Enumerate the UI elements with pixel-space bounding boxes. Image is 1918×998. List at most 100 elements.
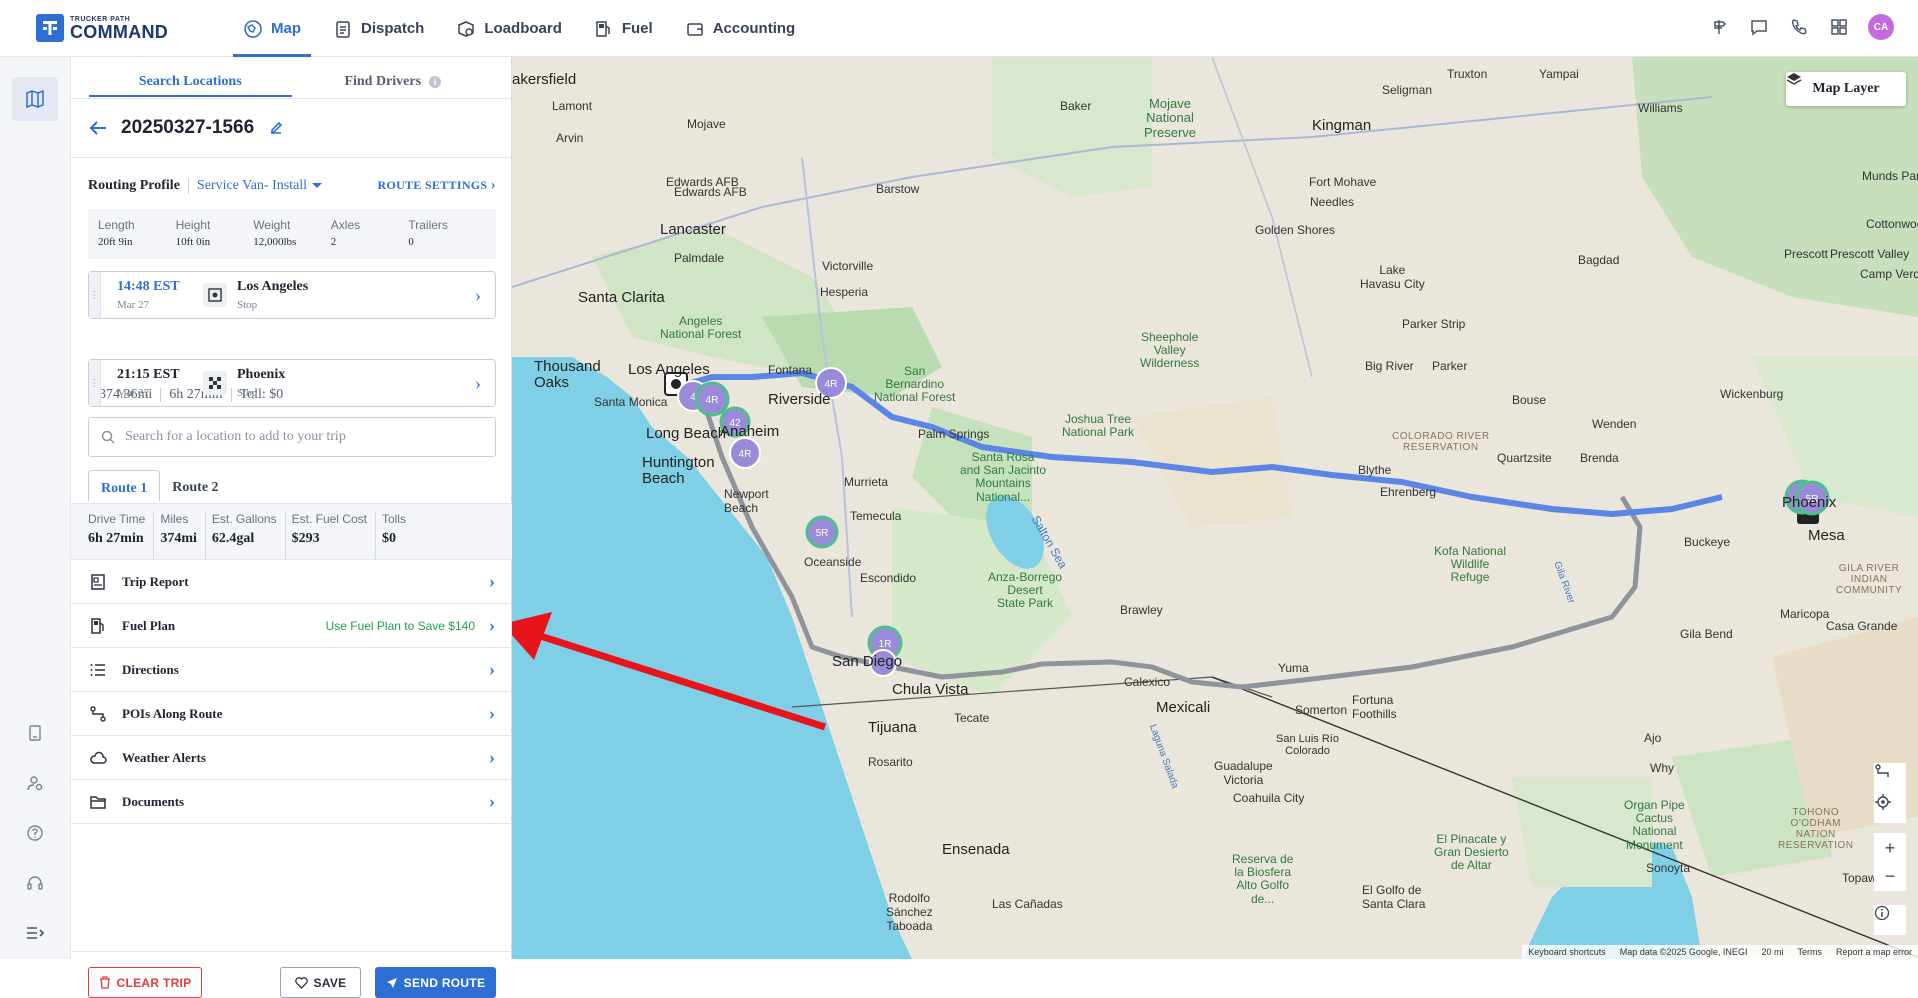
- stat-fuel-cost: Est. Fuel Cost $293: [292, 512, 376, 559]
- chevron-right-icon: ›: [489, 747, 495, 767]
- headset-icon: [27, 876, 43, 890]
- nav-loadboard[interactable]: Loadboard: [446, 0, 572, 57]
- map-label: Lamont: [552, 99, 593, 113]
- map-info-icon[interactable]: [1874, 905, 1906, 935]
- route-map[interactable]: 4 4R 42 4R 4R 5R 1R 5R akersfield Lamont…: [512, 57, 1918, 959]
- map-label: Anza-Borrego Desert State Park: [988, 570, 1063, 611]
- info-icon[interactable]: i: [429, 75, 442, 88]
- menu-fuel-plan[interactable]: Fuel Plan Use Fuel Plan to Save $140 ›: [71, 604, 512, 648]
- save-button[interactable]: SAVE: [280, 967, 361, 998]
- rail-help-button[interactable]: [12, 811, 58, 855]
- map-label: Cottonwood: [1866, 217, 1918, 231]
- route-toggle-icon[interactable]: [1874, 763, 1906, 793]
- stat-gallons: Est. Gallons 62.4gal: [212, 512, 286, 559]
- nav-map-label: Map: [271, 20, 301, 37]
- zoom-in-icon[interactable]: +: [1874, 833, 1906, 863]
- fuel-plan-promo[interactable]: Use Fuel Plan to Save $140: [326, 619, 475, 633]
- fuel-pump-icon: [596, 20, 610, 37]
- user-avatar[interactable]: CA: [1868, 14, 1894, 40]
- nav-dispatch[interactable]: Dispatch: [323, 0, 434, 57]
- map-layer-button[interactable]: Map Layer: [1786, 72, 1906, 106]
- map-label: Santa Clarita: [578, 289, 665, 306]
- map-label: Arvin: [556, 131, 584, 145]
- chevron-right-icon[interactable]: ›: [475, 373, 481, 394]
- tab-drivers-label: Find Drivers: [344, 74, 422, 89]
- locate-icon[interactable]: [1874, 793, 1906, 823]
- map-label: Prescott Valley: [1830, 247, 1910, 261]
- marker-4r-b: 4R: [706, 395, 719, 406]
- trip-menu: Trip Report › Fuel Plan Use Fuel Plan to…: [71, 560, 512, 824]
- map-label: Bouse: [1512, 393, 1547, 407]
- rail-collapse-button[interactable]: [12, 911, 58, 955]
- drag-handle-icon[interactable]: ⋮: [89, 272, 101, 318]
- keyboard-shortcuts-link[interactable]: Keyboard shortcuts: [1528, 947, 1606, 957]
- rail-drivers-button[interactable]: [12, 761, 58, 805]
- map-label: Brenda: [1580, 451, 1619, 465]
- report-error-link[interactable]: Report a map error: [1836, 947, 1912, 957]
- map-label: Long Beach: [646, 425, 727, 442]
- chevron-down-icon[interactable]: [311, 182, 323, 190]
- drag-handle-icon[interactable]: ⋮: [89, 360, 101, 406]
- chevron-right-icon[interactable]: ›: [475, 285, 481, 306]
- map-label: Buckeye: [1684, 535, 1731, 549]
- menu-pois-along-route[interactable]: POIs Along Route ›: [71, 692, 512, 736]
- stop-destination-time: 21:15 EST: [117, 367, 180, 382]
- menu-documents[interactable]: Documents ›: [71, 780, 512, 824]
- route-sign-icon[interactable]: [1708, 16, 1730, 38]
- map-label: GILA RIVER INDIAN COMMUNITY: [1836, 563, 1903, 596]
- rail-support-button[interactable]: [12, 861, 58, 905]
- add-location-search[interactable]: Search for a location to add to your tri…: [88, 417, 496, 457]
- map-label: Organ Pipe Cactus National Monument: [1624, 798, 1685, 852]
- clear-trip-button[interactable]: CLEAR TRIP: [88, 967, 202, 998]
- map-attribution: Keyboard shortcuts Map data ©2025 Google…: [1522, 945, 1918, 959]
- route-settings-link[interactable]: ROUTE SETTINGS ›: [377, 177, 496, 194]
- app-logo[interactable]: TRUCKER PATH COMMAND: [36, 14, 168, 42]
- stop-origin[interactable]: ⋮ 14:48 EST Mar 27 Los Angeles Stop ›: [88, 271, 496, 319]
- edit-icon[interactable]: [268, 120, 284, 136]
- route-stats: Drive Time 6h 27min Miles 374mi Est. Gallo…: [71, 503, 512, 560]
- cloud-icon: [88, 748, 108, 768]
- rail-map-button[interactable]: [12, 77, 58, 121]
- nav-fuel[interactable]: Fuel: [584, 0, 663, 57]
- routing-profile-row: Routing Profile Service Van- Install ROU…: [88, 177, 496, 194]
- routing-profile-select[interactable]: Service Van- Install: [197, 178, 307, 194]
- spec-trailers: Trailers 0: [408, 218, 448, 248]
- map-label: San Bernardino National Forest: [874, 364, 956, 405]
- nav-dispatch-label: Dispatch: [361, 20, 425, 37]
- zoom-out-icon[interactable]: −: [1874, 861, 1906, 891]
- nav-fuel-label: Fuel: [621, 20, 653, 37]
- map-label: Phoenix: [1782, 494, 1837, 511]
- apps-grid-icon[interactable]: [1828, 16, 1850, 38]
- tab-route-2[interactable]: Route 2: [160, 470, 230, 502]
- marker-4r-c: 4R: [739, 449, 752, 460]
- route-icon: [88, 704, 108, 724]
- menu-weather-alerts[interactable]: Weather Alerts ›: [71, 736, 512, 780]
- nav-map[interactable]: Map: [233, 0, 311, 57]
- map-label: Barstow: [876, 182, 920, 196]
- nav-accounting[interactable]: Accounting: [675, 0, 806, 57]
- tab-search-locations[interactable]: Search Locations: [89, 65, 292, 97]
- stop-destination[interactable]: ⋮ 21:15 EST Mar 27 Phoenix Stop ›: [88, 359, 496, 407]
- tab-route-1[interactable]: Route 1: [88, 470, 161, 502]
- map-label: Joshua Tree National Park: [1062, 412, 1135, 440]
- terms-link[interactable]: Terms: [1797, 947, 1822, 957]
- rail-device-button[interactable]: [12, 711, 58, 755]
- trip-id: 20250327-1566: [121, 117, 255, 138]
- marker-1r: 1R: [879, 639, 892, 650]
- tab-find-drivers[interactable]: Find Drivers i: [292, 65, 495, 97]
- map-label: COLORADO RIVER RESERVATION: [1392, 431, 1490, 453]
- menu-trip-report[interactable]: Trip Report ›: [71, 560, 512, 604]
- map-label: Los Angeles: [628, 361, 710, 378]
- phone-icon[interactable]: [1788, 16, 1810, 38]
- map-label: Big River: [1365, 359, 1414, 373]
- list-icon: [88, 660, 108, 680]
- map-label: Tijuana: [868, 719, 917, 736]
- map-label: Mesa: [1808, 527, 1845, 544]
- chat-icon[interactable]: [1748, 16, 1770, 38]
- top-right-actions: CA: [1708, 14, 1894, 40]
- stop-origin-time: 14:48 EST: [117, 279, 180, 294]
- menu-directions[interactable]: Directions ›: [71, 648, 512, 692]
- back-arrow-icon[interactable]: [89, 120, 107, 136]
- map-label: Mexicali: [1156, 699, 1211, 716]
- send-route-button[interactable]: SEND ROUTE: [375, 967, 496, 998]
